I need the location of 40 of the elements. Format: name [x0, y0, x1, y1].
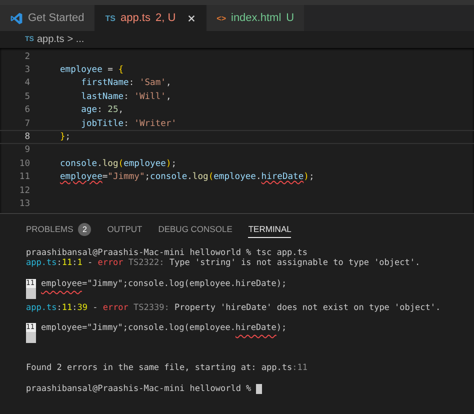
code-line: employee="Jimmy";console.log(employee.hireDate); [60, 172, 314, 182]
line-number: 3 [24, 65, 31, 76]
editor-tab[interactable]: TS app.ts 2, U [95, 5, 207, 31]
terminal-line: employee="Jimmy";console.log(employee.hireDate); [41, 278, 287, 291]
panel-tab[interactable]: PROBLEMS 2 [26, 220, 92, 238]
editor-tab[interactable]: Get Started [0, 5, 96, 31]
code-editor[interactable]: 2 3 employee = { 4 firstName: 'Sam', 5 lastName: 'Will', 6 age: 25, 7 jobTitle: 'Writer' 8 }; 9 10 console.log(employee); 11 employee="Jimmy";console.log(employee.hireDate); 12 13 [0, 48, 474, 213]
line-number: 11 [18, 172, 31, 182]
line-number: 13 [18, 198, 31, 209]
line-number: 5 [24, 92, 31, 102]
code-line: age: 25, [80, 105, 124, 116]
line-number: 6 [24, 105, 31, 116]
code-line: }; [60, 132, 71, 142]
breadcrumb-item[interactable]: app.ts [36, 34, 64, 45]
terminal-line: employee="Jimmy";console.log(employee.hireDate); [41, 323, 287, 336]
line-number: 4 [24, 78, 31, 88]
count-badge: 2 [78, 222, 92, 236]
line-number: 2 [24, 52, 31, 62]
terminal-line: praashibansal@Praashis-Mac-mini helloworld % [26, 384, 252, 394]
panel-tab[interactable]: OUTPUT [107, 220, 142, 238]
terminal-line: praashibansal@Praashis-Mac-mini helloworld % tsc app.ts [26, 248, 308, 258]
terminal-line: app.ts:11:1 - error TS2322: Type 'string' is not assignable to type 'object'. [26, 258, 420, 269]
line-number: 10 [18, 158, 31, 169]
code-line: lastName: 'Will', [80, 92, 172, 102]
code-line: employee = { [60, 65, 124, 76]
code-line: firstName: 'Sam', [80, 78, 172, 88]
terminal-line: Found 2 errors in the same file, starting at: app.ts:11 [26, 363, 308, 374]
panel-tab[interactable]: DEBUG CONSOLE [158, 220, 232, 238]
code-line: console.log(employee); [60, 158, 177, 169]
code-line: jobTitle: 'Writer' [80, 118, 177, 129]
terminal-line: app.ts:11:39 - error TS2339: Property 'hireDate' does not exist on type 'object'. [26, 302, 441, 314]
breadcrumb-item[interactable]: > ... [67, 34, 84, 45]
line-number: 12 [18, 186, 31, 196]
line-number: 9 [24, 145, 31, 156]
line-number: 7 [24, 118, 31, 129]
editor-tab[interactable]: <> index.html U [206, 5, 306, 31]
line-number: 8 [24, 132, 31, 142]
panel-tab[interactable]: TERMINAL [248, 220, 292, 238]
close-icon[interactable] [186, 14, 196, 22]
code-editor-logo-icon [10, 12, 23, 24]
